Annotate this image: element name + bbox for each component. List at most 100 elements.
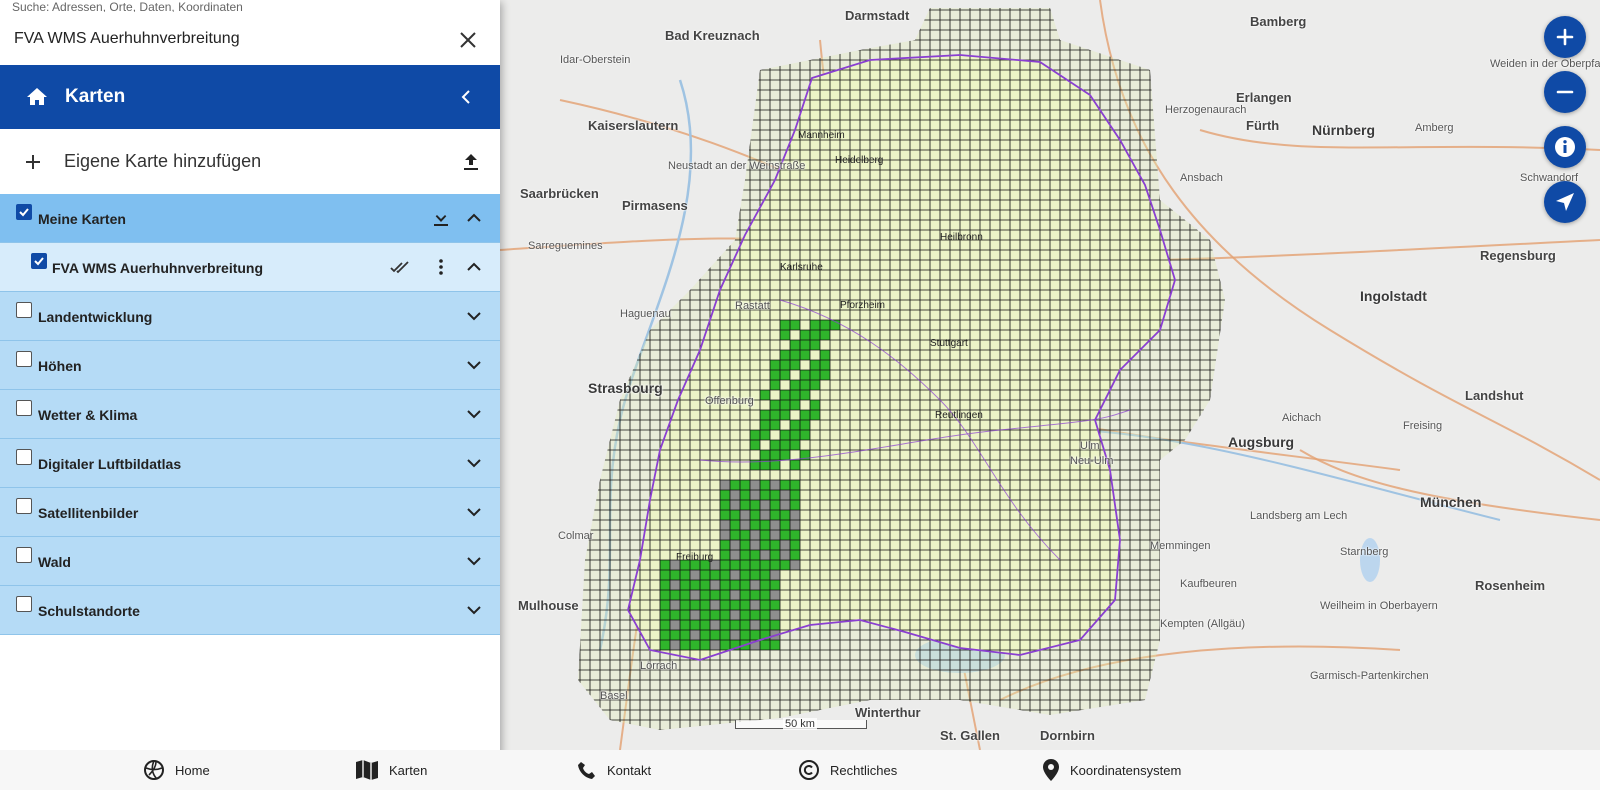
group-landentwicklung[interactable]: Landentwicklung [0, 292, 500, 341]
layer-label[interactable]: FVA WMS Auerhuhnverbreitung [52, 260, 263, 276]
presence-cell [820, 350, 830, 360]
presence-cell [700, 600, 710, 610]
landentwicklung-checkbox[interactable] [16, 302, 32, 318]
plus-icon[interactable] [22, 151, 44, 173]
group-schulstandorte[interactable]: Schulstandorte [0, 586, 500, 635]
chevron-down-icon[interactable] [463, 354, 485, 376]
nav-koordinatensystem[interactable]: Koordinatensystem [1042, 750, 1181, 790]
upload-icon[interactable] [460, 151, 482, 173]
presence-cell [770, 510, 780, 520]
more-vertical-icon[interactable] [430, 256, 452, 278]
presence-cell [760, 450, 770, 460]
group-wald[interactable]: Wald [0, 537, 500, 586]
group-label[interactable]: Wald [38, 554, 71, 570]
hoehen-checkbox[interactable] [16, 351, 32, 367]
presence-cell [760, 480, 770, 490]
group-label[interactable]: Meine Karten [38, 211, 126, 227]
nav-karten[interactable]: Karten [355, 750, 427, 790]
chevron-up-icon[interactable] [463, 207, 485, 229]
presence-cell [720, 600, 730, 610]
presence-cell [820, 330, 830, 340]
presence-cell [820, 360, 830, 370]
group-label[interactable]: Schulstandorte [38, 603, 140, 619]
presence-cell [660, 560, 670, 570]
nav-karten-label[interactable]: Karten [389, 763, 427, 778]
presence-cell [760, 490, 770, 500]
zoom-out-button[interactable] [1544, 71, 1586, 113]
presence-cell [660, 620, 670, 630]
chevron-down-icon[interactable] [463, 599, 485, 621]
group-label[interactable]: Wetter & Klima [38, 407, 137, 423]
search-input[interactable] [12, 28, 446, 49]
presence-cell [660, 630, 670, 640]
city-label: Memmingen [1150, 540, 1211, 552]
group-label[interactable]: Höhen [38, 358, 82, 374]
group-label[interactable]: Digitaler Luftbildatlas [38, 456, 181, 472]
satellit-checkbox[interactable] [16, 498, 32, 514]
panel-title: Karten [65, 86, 126, 107]
chevron-down-icon[interactable] [463, 403, 485, 425]
group-meine-karten[interactable]: Meine Karten [0, 194, 500, 243]
nav-kontakt-label[interactable]: Kontakt [607, 763, 651, 778]
nav-rechtliches[interactable]: Rechtliches [798, 750, 897, 790]
meine-karten-checkbox[interactable] [16, 204, 32, 220]
uncertain-cell [720, 520, 730, 530]
city-label: Nürnberg [1312, 122, 1375, 138]
presence-cell [760, 430, 770, 440]
wald-checkbox[interactable] [16, 547, 32, 563]
presence-cell [780, 440, 790, 450]
close-icon[interactable] [456, 28, 480, 52]
presence-cell [770, 500, 780, 510]
chevron-up-icon[interactable] [463, 256, 485, 278]
uncertain-cell [770, 610, 780, 620]
presence-cell [720, 570, 730, 580]
group-label[interactable]: Satellitenbilder [38, 505, 138, 521]
presence-cell [730, 520, 740, 530]
city-label: St. Gallen [940, 728, 1000, 743]
chevron-down-icon[interactable] [463, 501, 485, 523]
group-satellitenbilder[interactable]: Satellitenbilder [0, 488, 500, 537]
group-luftbildatlas[interactable]: Digitaler Luftbildatlas [0, 439, 500, 488]
download-icon[interactable] [430, 207, 452, 229]
presence-cell [780, 510, 790, 520]
nav-koordinaten-label[interactable]: Koordinatensystem [1070, 763, 1181, 778]
presence-cell [670, 630, 680, 640]
presence-cell [680, 600, 690, 610]
city-label: Neu-Ulm [1070, 455, 1114, 467]
group-wetter-klima[interactable]: Wetter & Klima [0, 390, 500, 439]
presence-cell [760, 420, 770, 430]
double-check-icon[interactable] [389, 256, 411, 278]
luftbild-checkbox[interactable] [16, 449, 32, 465]
bottom-nav: Home Karten Kontakt Rechtliches Koordina… [0, 750, 1600, 790]
nav-home[interactable]: Home [143, 750, 210, 790]
city-label: Darmstadt [845, 8, 910, 23]
nav-home-label[interactable]: Home [175, 763, 210, 778]
wetter-checkbox[interactable] [16, 400, 32, 416]
uncertain-cell [670, 600, 680, 610]
group-hoehen[interactable]: Höhen [0, 341, 500, 390]
presence-cell [660, 600, 670, 610]
layer-fva-auerhuhn[interactable]: FVA WMS Auerhuhnverbreitung [0, 243, 500, 292]
schule-checkbox[interactable] [16, 596, 32, 612]
fva-layer-checkbox[interactable] [31, 253, 47, 269]
info-button[interactable] [1544, 126, 1586, 168]
city-label: Reutlingen [935, 410, 983, 421]
presence-cell [670, 610, 680, 620]
nav-kontakt[interactable]: Kontakt [577, 750, 651, 790]
group-label[interactable]: Landentwicklung [38, 309, 152, 325]
chevron-down-icon[interactable] [463, 452, 485, 474]
add-own-map-row[interactable]: Eigene Karte hinzufügen [0, 129, 500, 194]
city-label: Weiden in der Oberpfalz [1490, 58, 1600, 70]
add-own-map-label[interactable]: Eigene Karte hinzufügen [64, 151, 261, 172]
presence-cell [780, 520, 790, 530]
nav-rechtliches-label[interactable]: Rechtliches [830, 763, 897, 778]
presence-cell [660, 610, 670, 620]
chevron-left-icon[interactable] [454, 85, 478, 109]
chevron-down-icon[interactable] [463, 550, 485, 572]
locate-button[interactable] [1544, 181, 1586, 223]
home-icon[interactable] [25, 85, 49, 109]
chevron-down-icon[interactable] [463, 305, 485, 327]
search-hint: Suche: Adressen, Orte, Daten, Koordinate… [12, 0, 243, 12]
city-label: Offenburg [705, 395, 754, 407]
zoom-in-button[interactable] [1544, 16, 1586, 58]
